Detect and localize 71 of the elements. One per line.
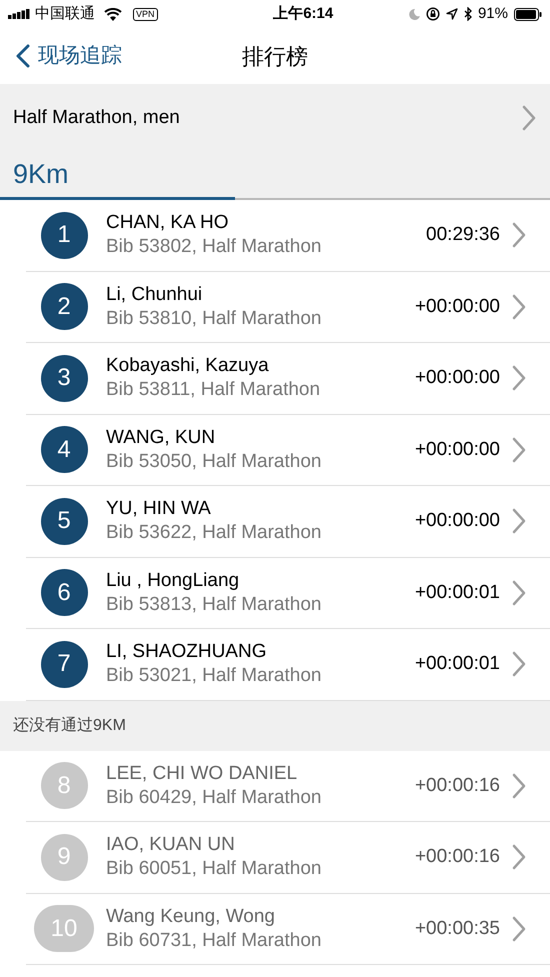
chevron-icon xyxy=(512,651,526,678)
carrier-name: 中国联通 xyxy=(35,4,95,24)
rank-badge: 6 xyxy=(40,569,88,616)
chevron-icon xyxy=(512,294,526,320)
rank-badge: 7 xyxy=(40,640,88,688)
chevron-icon xyxy=(512,222,526,248)
chevron-icon xyxy=(512,508,526,534)
runner-row[interactable]: 5 YU, HIN WA Bib 53622, Half Marathon +00:00:00 xyxy=(26,486,550,558)
runner-name: CHAN, KA HO xyxy=(106,211,230,236)
runner-time: +00:00:35 xyxy=(414,916,500,940)
chevron-icon xyxy=(512,916,526,942)
runner-time: +00:00:16 xyxy=(414,845,500,869)
runner-detail: Bib 53813, Half Marathon xyxy=(106,592,322,617)
chevron-icon xyxy=(512,580,526,606)
runner-name: WANG, KUN xyxy=(106,426,216,450)
runner-time: +00:00:00 xyxy=(414,438,500,462)
runner-detail: Bib 53622, Half Marathon xyxy=(106,521,322,546)
chevron-icon xyxy=(512,436,526,463)
runner-row[interactable]: 4 WANG, KUN Bib 53050, Half Marathon +00:00:00 xyxy=(26,414,550,486)
category-label: Half Marathon, men xyxy=(13,106,180,130)
runner-row[interactable]: 2 Li, Chunhui Bib 53810, Half Marathon +00:00:00 xyxy=(26,272,550,343)
vpn-badge: VPN xyxy=(133,8,158,20)
rotation-lock-icon xyxy=(426,7,440,21)
page-title: 排行榜 xyxy=(242,42,308,70)
runner-detail: Bib 53810, Half Marathon xyxy=(106,306,322,331)
rank-badge: 3 xyxy=(40,354,88,402)
runner-time: +00:00:00 xyxy=(414,366,500,390)
chevron-icon xyxy=(512,844,526,870)
location-icon xyxy=(446,8,458,20)
back-button[interactable]: 现场追踪 xyxy=(0,40,122,72)
runner-row[interactable]: 1 CHAN, KA HO Bib 53802, Half Marathon 00:29:36 xyxy=(26,200,550,272)
signal-icon xyxy=(8,9,30,19)
runner-detail: Bib 53811, Half Marathon xyxy=(106,378,322,402)
wifi-icon xyxy=(104,8,122,20)
runner-time: +00:00:00 xyxy=(414,294,500,318)
battery-percentage: 91% xyxy=(478,4,508,24)
rank-badge: 4 xyxy=(40,426,88,474)
back-chevron-icon xyxy=(16,44,30,68)
clock-time: 上午6:14 xyxy=(273,4,334,24)
battery-icon xyxy=(514,8,542,20)
runner-time: +00:00:00 xyxy=(414,509,500,533)
chevron-icon xyxy=(512,365,526,392)
runner-detail: Bib 53050, Half Marathon xyxy=(106,450,322,474)
runner-time: +00:00:01 xyxy=(414,580,500,604)
runner-row[interactable]: 6 Liu , HongLiang Bib 53813, Half Marathon +00:00:01 xyxy=(26,558,550,629)
section-header: 还没有通过9KM xyxy=(13,716,126,736)
runner-time: +00:00:16 xyxy=(414,774,500,798)
rank-badge: 2 xyxy=(40,283,88,330)
chevron-icon xyxy=(512,772,526,799)
runner-name: IAO, KUAN UN xyxy=(106,833,236,858)
runner-name: Liu , HongLiang xyxy=(106,568,240,593)
runner-name: Wang Keung, Wong xyxy=(106,904,276,929)
runner-time: +00:00:01 xyxy=(414,652,500,676)
moon-icon xyxy=(408,8,420,20)
runner-detail: Bib 60731, Half Marathon xyxy=(106,928,322,953)
runner-detail: Bib 53021, Half Marathon xyxy=(106,664,322,688)
category-selector[interactable]: Half Marathon, men xyxy=(0,84,550,152)
rank-badge: 5 xyxy=(40,498,88,545)
runner-name: Li, Chunhui xyxy=(106,282,204,307)
chevron-icon xyxy=(522,105,536,131)
runner-name: LEE, CHI WO DANIEL xyxy=(106,762,298,786)
runner-time: 00:29:36 xyxy=(426,223,500,247)
runner-name: LI, SHAOZHUANG xyxy=(106,640,268,664)
runner-detail: Bib 60051, Half Marathon xyxy=(106,857,322,882)
rank-badge: 1 xyxy=(40,212,88,259)
bluetooth-icon xyxy=(464,7,472,21)
runner-name: YU, HIN WA xyxy=(106,497,212,522)
runner-name: Kobayashi, Kazuya xyxy=(106,354,270,378)
runner-row[interactable]: 3 Kobayashi, Kazuya Bib 53811, Half Marathon +00:00:00 xyxy=(26,343,550,414)
runner-detail: Bib 60429, Half Marathon xyxy=(106,786,322,810)
runner-detail: Bib 53802, Half Marathon xyxy=(106,235,322,260)
